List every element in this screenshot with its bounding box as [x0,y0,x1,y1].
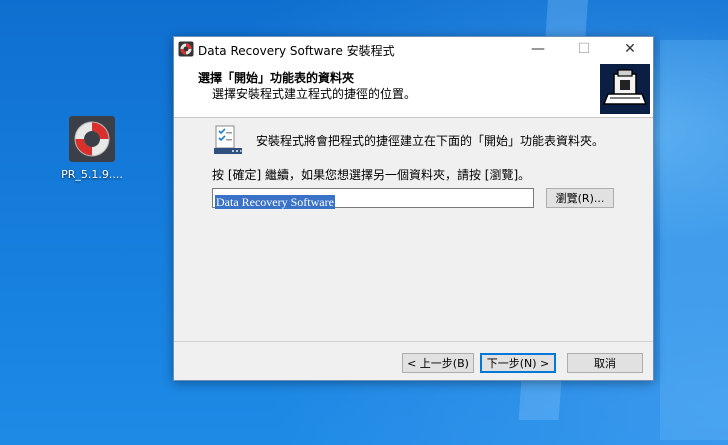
desktop-icon-installer[interactable]: PR_5.1.9.... [52,116,132,181]
desktop-icon-label: PR_5.1.9.... [61,168,123,181]
instruction-text: 安裝程式將會把程式的捷徑建立在下面的「開始」功能表資料夾。 [256,134,605,148]
close-button[interactable]: ✕ [607,37,653,61]
footer-divider [174,341,653,342]
installer-logo-icon [600,64,650,114]
wizard-header: 選擇「開始」功能表的資料夾 選擇安裝程式建立程式的捷徑的位置。 [174,61,653,118]
start-menu-folder-icon [212,124,244,156]
folder-input-value: Data Recovery Software [215,195,335,209]
next-button[interactable]: 下一步(N) > [480,353,556,373]
minimize-button[interactable]: — [515,37,561,61]
wizard-content: 安裝程式將會把程式的捷徑建立在下面的「開始」功能表資料夾。 按 [確定] 繼續，… [174,118,653,338]
window-title: Data Recovery Software 安裝程式 [198,44,395,58]
maximize-button[interactable]: ☐ [561,37,607,61]
continue-hint-text: 按 [確定] 繼續，如果您想選擇另一個資料夾，請按 [瀏覽]。 [212,168,531,182]
app-icon [178,41,194,57]
start-menu-folder-input[interactable]: Data Recovery Software [212,188,534,209]
title-bar[interactable]: Data Recovery Software 安裝程式 — ☐ ✕ [174,37,653,61]
cancel-button[interactable]: 取消 [567,353,643,373]
lifebuoy-icon [69,116,115,162]
back-button[interactable]: < 上一步(B) [402,353,474,373]
wallpaper-light-ray [660,40,728,440]
page-title: 選擇「開始」功能表的資料夾 [198,71,355,85]
page-subtitle: 選擇安裝程式建立程式的捷徑的位置。 [212,87,417,101]
setup-window: Data Recovery Software 安裝程式 — ☐ ✕ 選擇「開始」… [173,36,654,381]
browse-button[interactable]: 瀏覽(R)... [546,188,614,208]
